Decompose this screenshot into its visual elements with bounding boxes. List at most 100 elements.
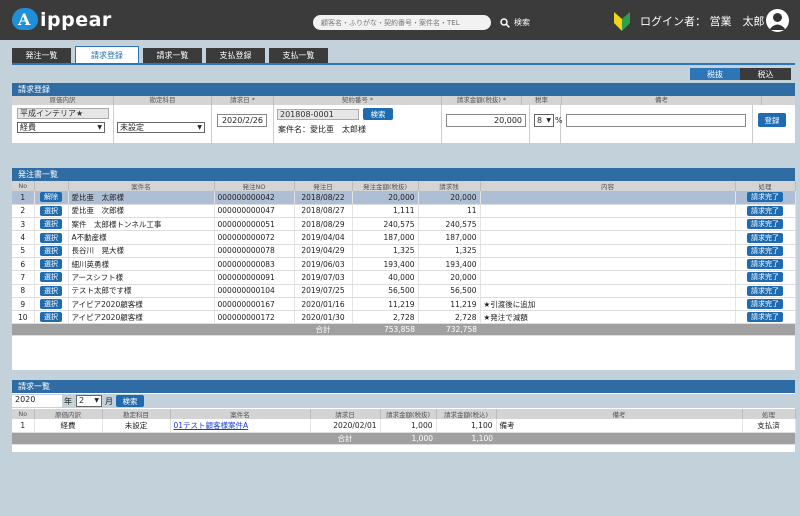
total-spacer — [480, 323, 735, 337]
order-no-index: 7 — [12, 270, 35, 285]
select-button[interactable]: 解除 — [40, 192, 62, 203]
invoice-search-button[interactable]: 検索 — [116, 395, 144, 407]
select-button[interactable]: 選択 — [40, 245, 62, 256]
amount-input[interactable]: 20,000 — [446, 114, 526, 127]
order-no-index: 2 — [12, 204, 35, 219]
user-icon — [769, 13, 786, 30]
cost-breakdown-select[interactable]: 経費 ▼ — [17, 122, 105, 133]
col-process: 処理 — [735, 181, 796, 191]
search-button-label: 検索 — [514, 18, 530, 27]
total-spacer — [742, 432, 795, 445]
register-button[interactable]: 登録 — [758, 113, 786, 127]
tax-excluded-button[interactable]: 税抜 — [690, 68, 740, 80]
tax-rate-select[interactable]: 8 ▼ — [534, 114, 554, 127]
invoice-complete-button[interactable]: 請求完了 — [747, 285, 783, 296]
account-subject-select[interactable]: 未設定 ▼ — [117, 122, 205, 133]
total-spacer — [496, 432, 742, 445]
order-no-index: 9 — [12, 297, 35, 312]
order-total-remaining: 732,758 — [418, 323, 480, 337]
order-project-name: A不動産様 — [68, 230, 215, 245]
order-remaining: 187,000 — [418, 230, 481, 245]
separator — [441, 105, 442, 143]
order-content: ★引渡後に追加 — [480, 297, 736, 312]
tab-invoice-register[interactable]: 請求登録 — [75, 46, 139, 63]
table-row: 6 選択 細川英勇様 000000000083 2019/06/03 193,400 193… — [12, 257, 796, 272]
table-row: 1 解除 愛比亜 太郎様 000000000042 2018/08/22 20,000 20… — [12, 191, 796, 205]
invoice-complete-button[interactable]: 請求完了 — [747, 205, 783, 216]
invoice-date: 2020/02/01 — [310, 419, 381, 433]
invoice-total-row: 合計 1,000 1,100 — [12, 432, 795, 445]
col-content: 内容 — [480, 181, 736, 191]
order-date: 2020/01/30 — [294, 310, 353, 325]
remarks-input[interactable] — [566, 114, 746, 127]
tab-invoice-list[interactable]: 請求一覧 — [143, 48, 202, 63]
invoice-process: 支払済 — [742, 419, 796, 433]
tab-payment-list[interactable]: 支払一覧 — [269, 48, 328, 63]
invoice-project-link[interactable]: 01テスト顧客様案件A — [174, 421, 249, 430]
total-spacer — [102, 432, 170, 445]
col-remarks: 備考 — [562, 96, 762, 105]
order-remaining: 56,500 — [418, 284, 481, 298]
tab-order-list[interactable]: 発注一覧 — [12, 48, 71, 63]
col-remaining: 請求残 — [418, 181, 481, 191]
order-content — [480, 284, 736, 298]
order-remaining: 11 — [418, 204, 481, 219]
global-search-input[interactable] — [313, 15, 491, 30]
invoice-list-panel: 請求一覧 2020 年 2 ▼ 月 検索 No 原価内訳 勘定科目 案件名 請求日… — [12, 380, 796, 452]
order-no-index: 4 — [12, 230, 35, 245]
registration-form: 平成インテリア★ 経費 ▼ 未設定 ▼ 2020/2/26 201808-0001 … — [12, 105, 795, 143]
chevron-down-icon: ▼ — [197, 124, 202, 131]
select-button[interactable]: 選択 — [40, 259, 62, 270]
select-button[interactable]: 選択 — [40, 299, 62, 310]
invoice-complete-button[interactable]: 請求完了 — [747, 245, 783, 256]
global-search-button[interactable]: 検索 — [500, 15, 530, 30]
invoice-complete-button[interactable]: 請求完了 — [747, 259, 783, 270]
beginner-mark-icon — [614, 12, 630, 31]
invoice-subject: 未設定 — [102, 419, 171, 433]
order-cell-action: 選択 — [34, 230, 69, 245]
invoice-date-input[interactable]: 2020/2/26 — [217, 114, 267, 127]
order-cell-action: 選択 — [34, 204, 69, 219]
tax-included-button[interactable]: 税込 — [740, 68, 791, 80]
table-row: 3 選択 案件 太郎様トンネル工事 000000000051 2018/08/29 240… — [12, 217, 796, 232]
col-invoice-date: 請求日 — [310, 409, 381, 419]
year-input[interactable]: 2020 — [12, 395, 62, 407]
order-cell-process: 請求完了 — [735, 310, 796, 325]
select-button[interactable]: 選択 — [40, 285, 62, 296]
order-no-index: 5 — [12, 244, 35, 258]
invoice-complete-button[interactable]: 請求完了 — [747, 299, 783, 310]
select-button[interactable]: 選択 — [40, 272, 62, 283]
cost-breakdown-value: 経費 — [20, 123, 36, 132]
month-select[interactable]: 2 ▼ — [76, 395, 102, 407]
select-button[interactable]: 選択 — [40, 312, 62, 323]
order-number: 000000000091 — [214, 270, 295, 285]
contract-search-button[interactable]: 検索 — [363, 108, 393, 120]
order-cell-action: 選択 — [34, 310, 69, 325]
invoice-complete-button[interactable]: 請求完了 — [747, 219, 783, 230]
year-unit: 年 — [64, 397, 72, 406]
app-logo[interactable]: A ippear — [12, 8, 138, 32]
select-button[interactable]: 選択 — [40, 219, 62, 230]
invoice-complete-button[interactable]: 請求完了 — [747, 312, 783, 323]
invoice-amount: 1,000 — [380, 419, 437, 433]
user-avatar[interactable] — [766, 9, 789, 32]
tab-payment-register[interactable]: 支払登録 — [206, 48, 265, 63]
col-amount-tax: 請求金額(税込) — [436, 409, 497, 419]
col-cost-breakdown: 原価内訳 — [12, 96, 114, 105]
invoice-total-amount-tax: 1,100 — [436, 432, 496, 445]
order-number: 000000000047 — [214, 204, 295, 219]
invoice-complete-button[interactable]: 請求完了 — [747, 272, 783, 283]
invoice-total-label: 合計 — [310, 432, 380, 445]
select-button[interactable]: 選択 — [40, 205, 62, 216]
total-spacer — [12, 432, 34, 445]
order-amount: 1,325 — [352, 244, 419, 258]
separator — [113, 105, 114, 143]
vendor-field: 平成インテリア★ — [17, 108, 109, 119]
order-date: 2019/07/25 — [294, 284, 353, 298]
main-tabs: 発注一覧 請求登録 請求一覧 支払登録 支払一覧 — [12, 46, 328, 63]
invoice-complete-button[interactable]: 請求完了 — [747, 232, 783, 243]
order-date: 2018/08/29 — [294, 217, 353, 232]
invoice-complete-button[interactable]: 請求完了 — [747, 192, 783, 203]
select-button[interactable]: 選択 — [40, 232, 62, 243]
order-cell-process: 請求完了 — [735, 297, 796, 312]
